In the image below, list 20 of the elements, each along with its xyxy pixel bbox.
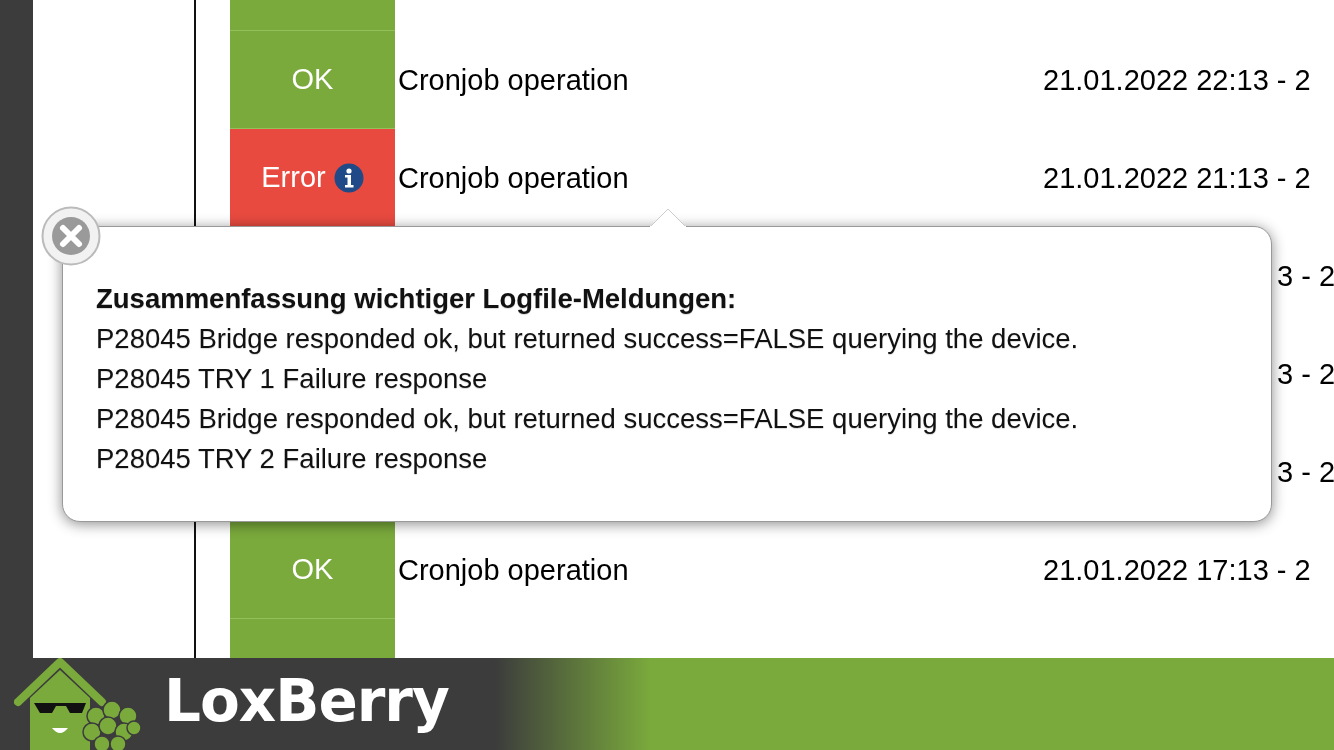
- status-badge: OK: [230, 521, 395, 619]
- status-badge: OK: [230, 31, 395, 129]
- time-range: 3 - 2: [1277, 259, 1334, 293]
- close-icon[interactable]: [41, 206, 101, 266]
- brand-name: LoxBerry: [164, 667, 449, 735]
- popup-title: Zusammenfassung wichtiger Logfile-Meldungen:: [96, 282, 738, 316]
- time-range: 3 - 2: [1277, 455, 1334, 489]
- time-range: 21.01.2022 17:13 - 2: [1043, 553, 1311, 587]
- status-badge: Error: [230, 129, 395, 227]
- time-range: 3 - 2: [1277, 357, 1334, 391]
- task-name: Cronjob operation: [398, 63, 629, 97]
- time-range: 21.01.2022 22:13 - 2: [1043, 63, 1311, 97]
- log-message: P28045 TRY 2 Failure response: [96, 442, 489, 476]
- task-name: Cronjob operation: [398, 553, 629, 587]
- task-name: Cronjob operation: [398, 161, 629, 195]
- log-message: P28045 Bridge responded ok, but returned success=FALSE querying the device.: [96, 322, 1080, 356]
- log-message: P28045 Bridge responded ok, but returned success=FALSE querying the device.: [96, 402, 1080, 436]
- log-message: P28045 TRY 1 Failure response: [96, 362, 489, 396]
- time-range: 21.01.2022 21:13 - 2: [1043, 161, 1311, 195]
- info-icon[interactable]: [333, 162, 364, 193]
